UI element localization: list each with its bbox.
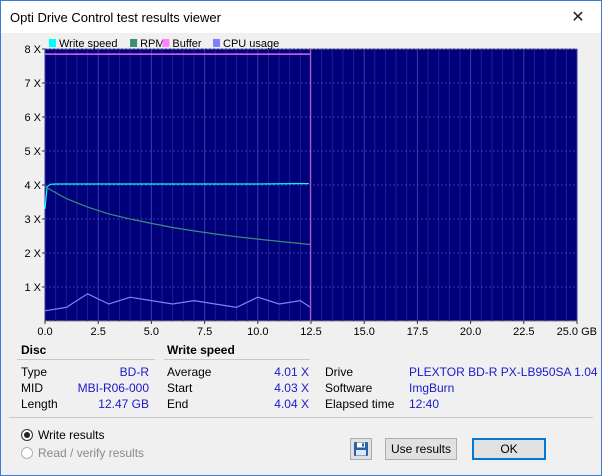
x-tick-label: 15.0 [353, 326, 374, 338]
use-results-button[interactable]: Use results [385, 438, 457, 460]
x-tick-label: 7.5 [197, 326, 212, 338]
software-label: Software [325, 381, 373, 395]
x-tick-label: 25.0 GB [557, 326, 597, 338]
close-button[interactable]: ✕ [555, 1, 601, 33]
disc-length-label: Length [21, 397, 58, 411]
drive-value: PLEXTOR BD-R PX-LB950SA 1.04 [409, 365, 598, 379]
save-button[interactable] [350, 438, 372, 460]
x-tick-label: 17.5 [407, 326, 428, 338]
write-results-radio[interactable] [21, 429, 33, 441]
write-average-label: Average [167, 365, 212, 379]
write-start-value: 4.03 X [274, 381, 309, 395]
legend-label-buffer: Buffer [172, 38, 201, 50]
write-end-label: End [167, 397, 189, 411]
y-tick-label: 6 X [24, 112, 41, 124]
x-tick-label: 12.5 [300, 326, 321, 338]
legend-swatch-rpm [130, 39, 138, 47]
disc-header: Disc [21, 343, 47, 357]
legend-swatch-cpu-usage [213, 39, 220, 47]
chart-area: 1 X 2 X 3 X 4 X 5 X 6 X 7 X 8 X 0.0 2.5 5.0 7.5 10.0… [1, 33, 601, 339]
bottom-divider [9, 417, 593, 418]
read-verify-results-option: Read / verify results [21, 446, 144, 460]
x-tick-label: 20.0 [460, 326, 481, 338]
x-tick-label: 2.5 [91, 326, 106, 338]
write-results-label: Write results [38, 428, 105, 442]
y-tick-label: 7 X [24, 78, 41, 90]
disc-type-label: Type [21, 365, 48, 379]
y-tick-label: 1 X [24, 282, 41, 294]
read-verify-results-radio [21, 447, 33, 459]
y-tick-label: 4 X [24, 180, 41, 192]
software-value: ImgBurn [409, 381, 455, 395]
window-title: Opti Drive Control test results viewer [10, 10, 221, 25]
speed-chart: 1 X 2 X 3 X 4 X 5 X 6 X 7 X 8 X 0.0 2.5 5.0 7.5 10.0… [24, 38, 597, 338]
drive-label: Drive [325, 365, 354, 379]
x-tick-label: 0.0 [37, 326, 52, 338]
disc-mid-value: MBI-R06-000 [77, 381, 149, 395]
legend-label-rpm: RPM [140, 38, 164, 50]
y-tick-label: 2 X [24, 248, 41, 260]
y-tick-label: 5 X [24, 146, 41, 158]
disc-type-value: BD-R [119, 365, 149, 379]
write-speed-divider [164, 359, 310, 360]
write-average-value: 4.01 X [274, 365, 309, 379]
legend-swatch-buffer [162, 39, 170, 47]
read-verify-results-label: Read / verify results [38, 446, 145, 460]
close-icon: ✕ [571, 9, 585, 26]
write-start-label: Start [167, 381, 193, 395]
ok-label: OK [500, 442, 518, 456]
y-tick-label: 8 X [24, 44, 41, 56]
disc-mid-label: MID [21, 381, 43, 395]
x-tick-label: 10.0 [247, 326, 268, 338]
title-bar: Opti Drive Control test results viewer ✕ [1, 1, 601, 33]
disc-length-value: 12.47 GB [98, 397, 149, 411]
x-tick-label: 5.0 [144, 326, 159, 338]
legend-label-cpu-usage: CPU usage [223, 38, 279, 50]
disc-divider [17, 359, 155, 360]
legend-swatch-write-speed [49, 39, 56, 47]
ok-button[interactable]: OK [472, 438, 546, 460]
y-tick-label: 3 X [24, 214, 41, 226]
chart-legend: Write speed RPM Buffer CPU usage [49, 38, 279, 50]
write-end-value: 4.04 X [274, 397, 309, 411]
write-speed-header: Write speed [167, 343, 235, 357]
window: Opti Drive Control test results viewer ✕… [0, 0, 602, 476]
write-results-option[interactable]: Write results [21, 428, 104, 442]
elapsed-time-value: 12:40 [409, 397, 440, 411]
elapsed-time-label: Elapsed time [325, 397, 395, 411]
use-results-label: Use results [390, 442, 452, 456]
legend-label-write-speed: Write speed [59, 38, 118, 50]
floppy-disk-icon [354, 442, 368, 456]
x-tick-label: 22.5 [513, 326, 534, 338]
